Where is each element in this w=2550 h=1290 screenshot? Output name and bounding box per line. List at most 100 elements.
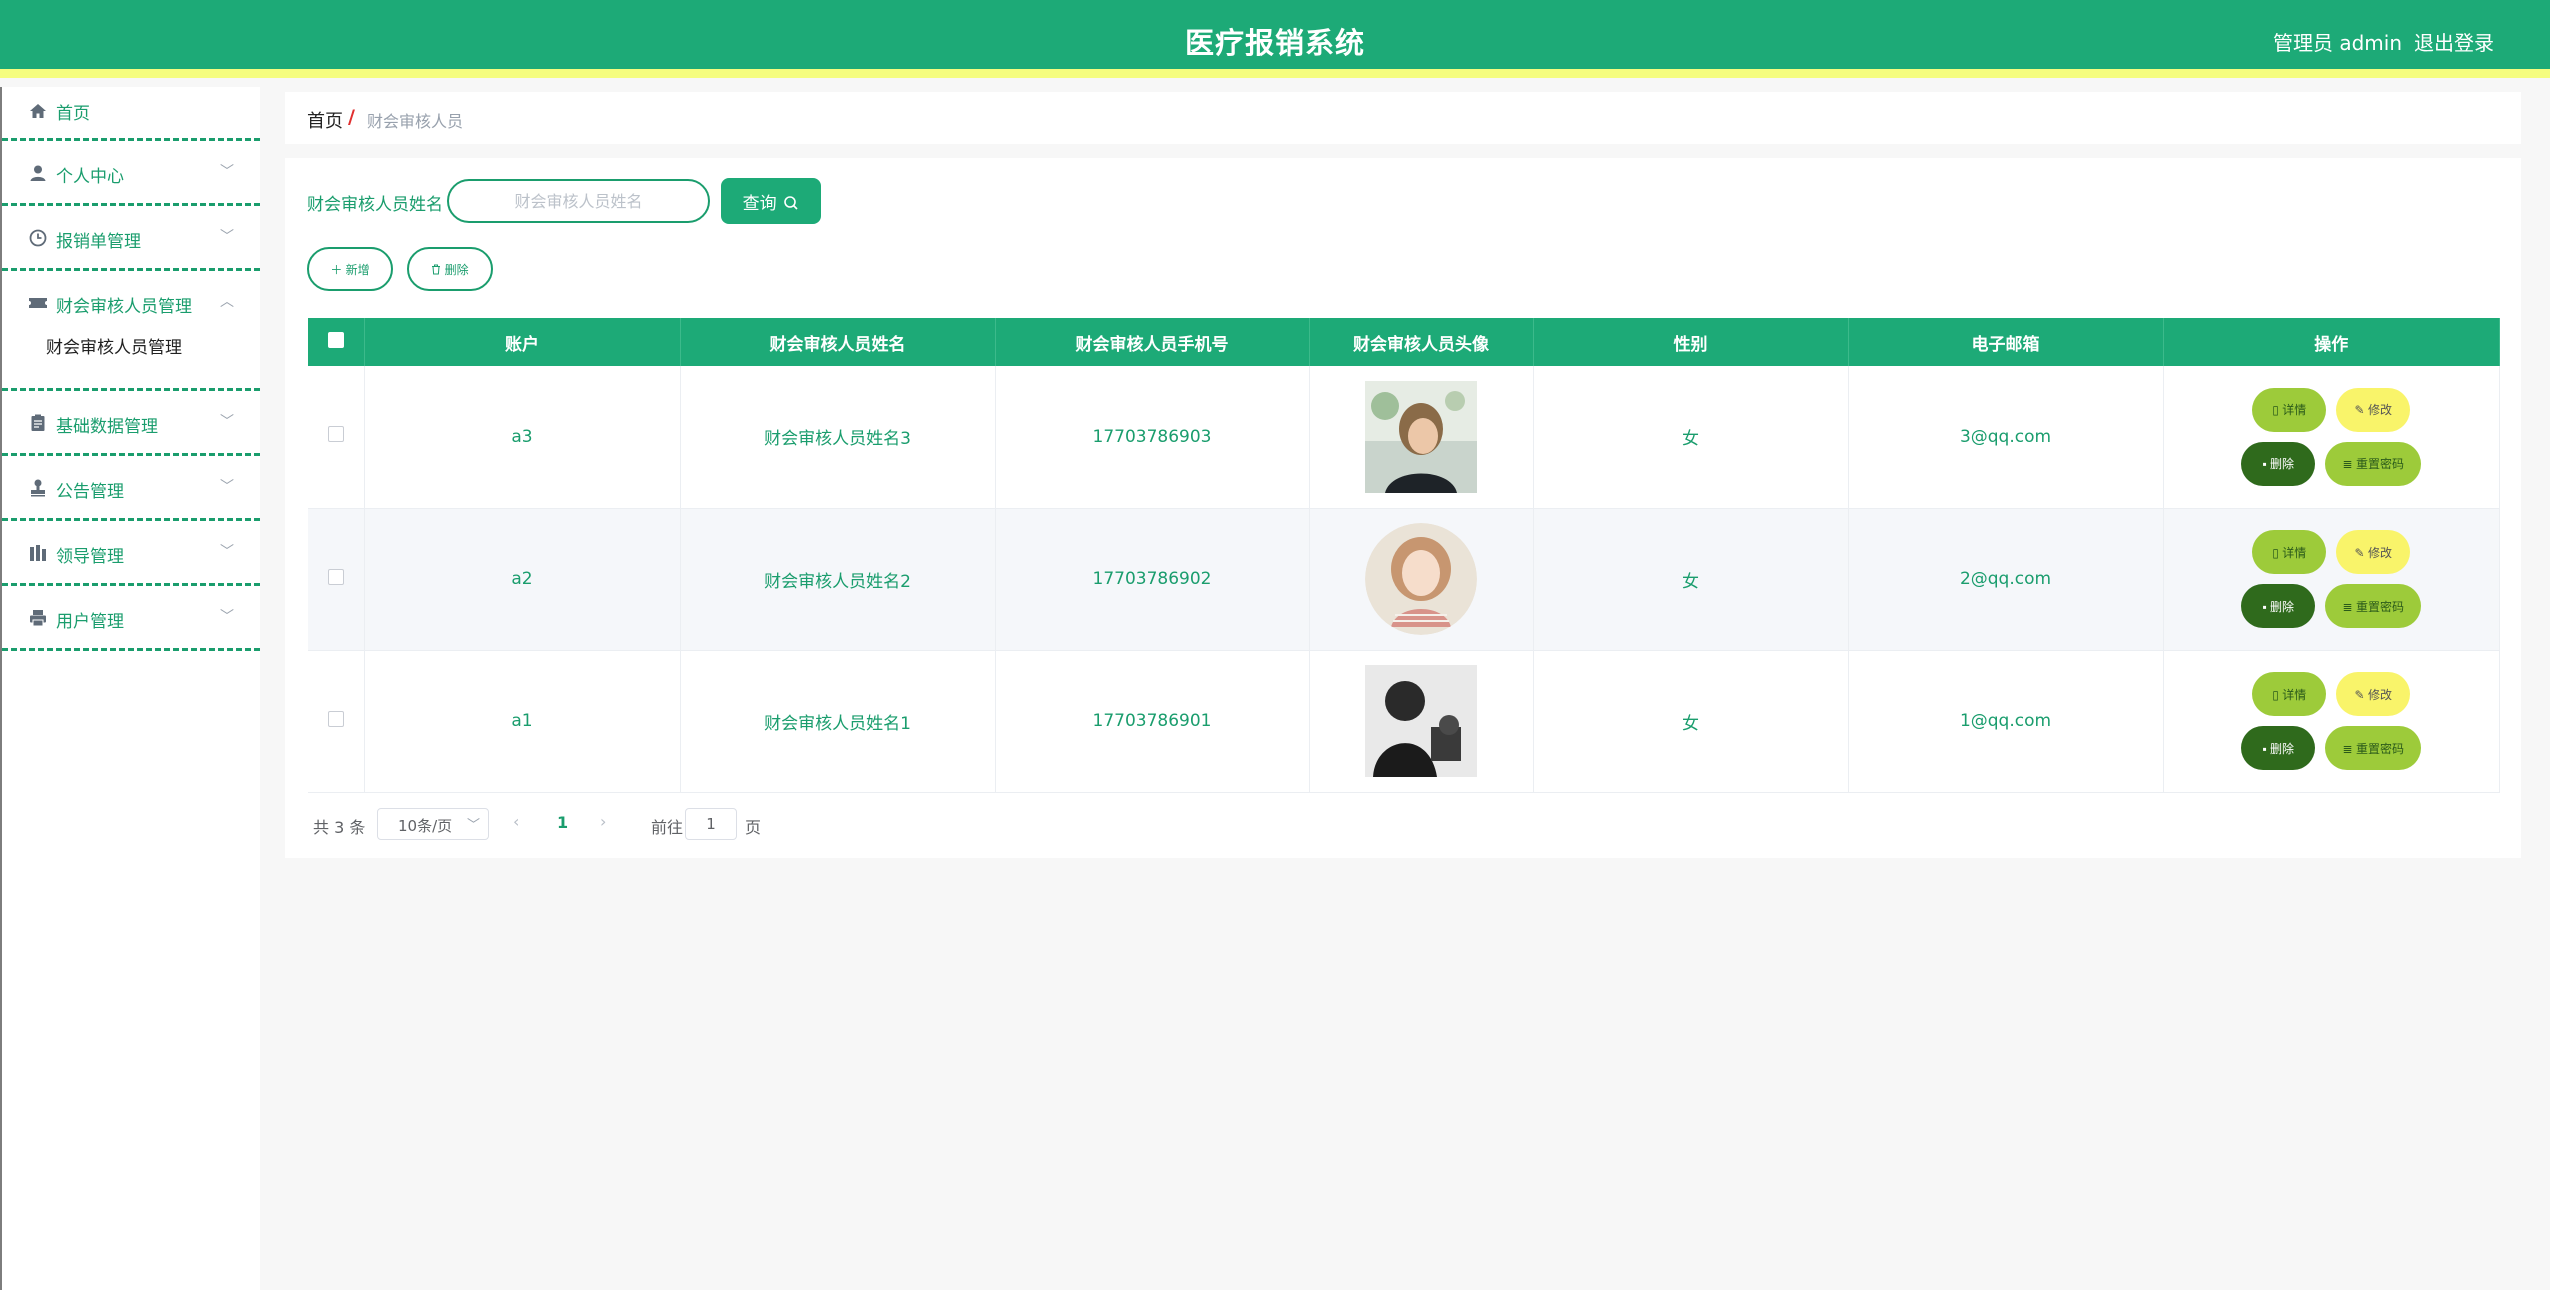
data-table: 账户 财会审核人员姓名 财会审核人员手机号 财会审核人员头像 性别 电子邮箱 操… <box>308 318 2500 793</box>
sidebar-item-label: 领导管理 <box>56 547 124 567</box>
main-panel: 财会审核人员姓名 查询 ＋ 新增 删除 账户 财会审核人员姓名 财会审核人员手机… <box>285 158 2521 858</box>
table-row: a3 财会审核人员姓名3 17703786903 女 3@qq.com ▯ 详情… <box>308 366 2500 509</box>
delete-button[interactable]: ▪ 删除 <box>2241 584 2316 628</box>
delete-button[interactable]: ▪ 删除 <box>2241 441 2316 486</box>
account-cell: a3 <box>364 366 681 509</box>
avatar[interactable] <box>1365 380 1477 493</box>
column-header-name[interactable]: 财会审核人员姓名 <box>680 318 996 366</box>
sidebar-item-reimbursement[interactable]: 报销单管理 ﹀ <box>2 206 260 271</box>
row-checkbox[interactable] <box>327 710 344 727</box>
trash-icon: ▪ <box>2262 599 2271 614</box>
sidebar-item-home[interactable]: 首页 <box>2 87 260 141</box>
edit-button[interactable]: ✎ 修改 <box>2336 530 2411 574</box>
row-checkbox[interactable] <box>327 426 344 443</box>
column-header-avatar[interactable]: 财会审核人员头像 <box>1309 318 1534 366</box>
column-header-gender[interactable]: 性别 <box>1533 318 1849 366</box>
goto-page-input[interactable] <box>685 808 737 840</box>
app-title: 医疗报销系统 <box>1184 26 1365 60</box>
table-row: a1 财会审核人员姓名1 17703786901 女 1@qq.com ▯ 详情… <box>308 650 2500 793</box>
home-icon <box>30 104 46 118</box>
chevron-down-icon: ﹀ <box>220 164 234 180</box>
breadcrumb-current: 财会审核人员 <box>367 112 464 131</box>
logout-link[interactable]: 退出登录 <box>2414 27 2494 56</box>
ticket-icon <box>29 298 47 308</box>
sidebar-item-profile[interactable]: 个人中心 ﹀ <box>2 141 260 206</box>
detail-button[interactable]: ▯ 详情 <box>2252 387 2327 432</box>
actions-cell: ▯ 详情 ✎ 修改 ▪ 删除 ≣ 重置密码 <box>2163 508 2500 651</box>
chevron-down-icon: ﹀ <box>220 229 234 245</box>
delete-button[interactable]: ▪ 删除 <box>2241 726 2316 770</box>
avatar-cell <box>1309 366 1534 509</box>
reset-password-button[interactable]: ≣ 重置密码 <box>2325 584 2422 628</box>
table-header-row: 账户 财会审核人员姓名 财会审核人员手机号 财会审核人员头像 性别 电子邮箱 操… <box>308 318 2500 366</box>
prev-page-button[interactable]: ‹ <box>513 812 519 831</box>
phone-cell: 17703786901 <box>995 650 1310 793</box>
email-cell: 3@qq.com <box>1848 366 2164 509</box>
reset-password-button[interactable]: ≣ 重置密码 <box>2325 441 2422 486</box>
sidebar-item-label: 财会审核人员管理 <box>56 297 192 317</box>
breadcrumb: 首页 / 财会审核人员 <box>285 92 2521 144</box>
batch-delete-button[interactable]: 删除 <box>407 247 493 291</box>
detail-button[interactable]: ▯ 详情 <box>2252 672 2327 716</box>
sidebar: 首页 个人中心 ﹀ 报销单管理 ﹀ 财会审核人员管理 ︿ 财会审核人员管理 基础… <box>0 87 260 1290</box>
detail-button[interactable]: ▯ 详情 <box>2252 530 2327 574</box>
sidebar-item-users[interactable]: 用户管理 ﹀ <box>2 586 260 651</box>
next-page-button[interactable]: › <box>600 812 606 831</box>
select-all-cell <box>308 318 365 366</box>
search-label: 财会审核人员姓名 <box>307 195 443 215</box>
top-bar: 医疗报销系统 管理员 admin 退出登录 <box>0 0 2550 78</box>
reset-password-label: 重置密码 <box>2355 457 2404 472</box>
delete-button-label: 删除 <box>2270 599 2295 614</box>
stamp-icon <box>31 479 45 497</box>
trash-icon <box>432 264 441 274</box>
search-button[interactable]: 查询 <box>721 178 821 224</box>
add-button[interactable]: ＋ 新增 <box>307 247 393 291</box>
select-all-checkbox[interactable] <box>327 331 344 348</box>
avatar[interactable] <box>1365 523 1477 635</box>
sidebar-item-label: 公告管理 <box>56 482 124 502</box>
search-button-label: 查询 <box>742 193 777 213</box>
building-icon <box>30 545 46 561</box>
row-select-cell <box>308 508 365 651</box>
edit-button[interactable]: ✎ 修改 <box>2336 672 2411 716</box>
row-select-cell <box>308 366 365 509</box>
clock-icon <box>29 229 47 247</box>
name-cell: 财会审核人员姓名1 <box>680 650 996 793</box>
trash-icon: ▪ <box>2262 741 2271 756</box>
user-icon <box>30 165 46 181</box>
reset-password-button[interactable]: ≣ 重置密码 <box>2325 726 2422 770</box>
sidebar-item-auditors[interactable]: 财会审核人员管理 ︿ 财会审核人员管理 <box>2 271 260 391</box>
reset-password-label: 重置密码 <box>2355 599 2404 614</box>
name-cell: 财会审核人员姓名2 <box>680 508 996 651</box>
avatar[interactable] <box>1365 665 1477 777</box>
sidebar-item-basic-data[interactable]: 基础数据管理 ﹀ <box>2 391 260 456</box>
edit-button[interactable]: ✎ 修改 <box>2336 387 2411 432</box>
sidebar-item-label: 基础数据管理 <box>56 417 158 437</box>
actions-cell: ▯ 详情 ✎ 修改 ▪ 删除 ≣ 重置密码 <box>2163 366 2500 509</box>
sidebar-item-label: 个人中心 <box>56 167 124 187</box>
breadcrumb-home[interactable]: 首页 <box>307 107 343 133</box>
row-checkbox[interactable] <box>327 568 344 585</box>
delete-button-label: 删除 <box>2270 457 2295 472</box>
email-cell: 2@qq.com <box>1848 508 2164 651</box>
sidebar-item-label: 首页 <box>56 104 90 124</box>
current-page-number[interactable]: 1 <box>557 813 568 832</box>
sidebar-item-leaders[interactable]: 领导管理 ﹀ <box>2 521 260 586</box>
plus-icon: ＋ <box>330 262 343 277</box>
breadcrumb-separator: / <box>348 106 355 128</box>
search-input[interactable] <box>447 179 710 223</box>
chevron-up-icon: ︿ <box>220 294 234 310</box>
gender-cell: 女 <box>1533 366 1849 509</box>
detail-button-label: 详情 <box>2282 403 2307 418</box>
file-icon: ▯ <box>2272 687 2283 702</box>
column-header-email[interactable]: 电子邮箱 <box>1848 318 2164 366</box>
name-cell: 财会审核人员姓名3 <box>680 366 996 509</box>
column-header-phone[interactable]: 财会审核人员手机号 <box>995 318 1310 366</box>
actions-cell: ▯ 详情 ✎ 修改 ▪ 删除 ≣ 重置密码 <box>2163 650 2500 793</box>
chevron-down-icon: ﹀ <box>220 479 234 495</box>
submenu-item-auditors[interactable]: 财会审核人员管理 <box>46 333 182 358</box>
sidebar-item-notices[interactable]: 公告管理 ﹀ <box>2 456 260 521</box>
column-header-account[interactable]: 账户 <box>364 318 681 366</box>
goto-label: 前往 <box>651 818 684 837</box>
page-size-select[interactable]: 10条/页 ﹀ <box>377 808 489 840</box>
